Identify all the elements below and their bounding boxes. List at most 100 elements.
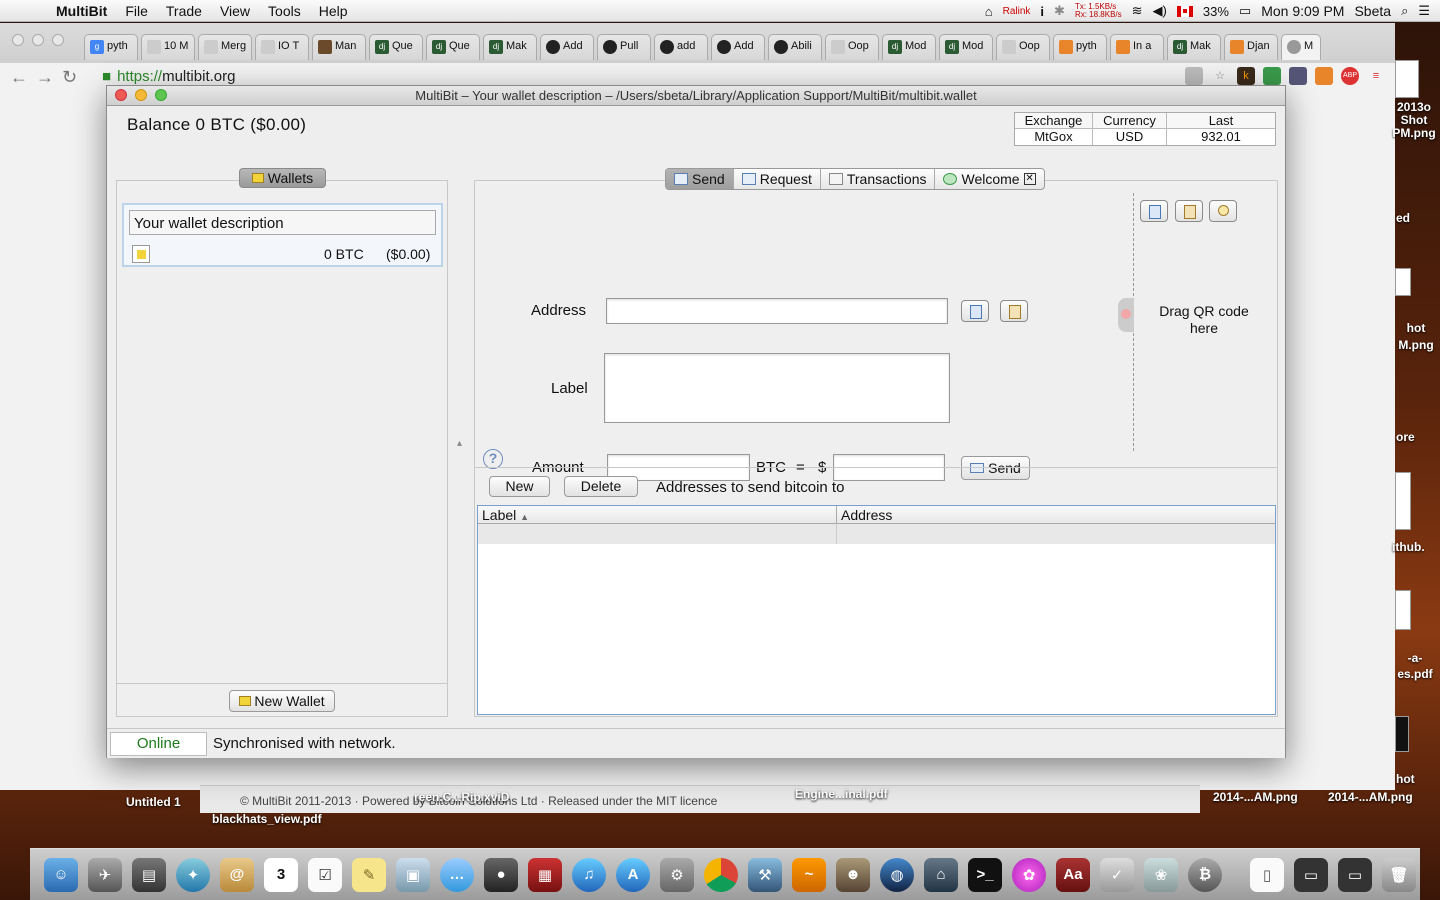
desktop-file[interactable]: -a- es.pdf <box>1392 650 1438 682</box>
xcode-icon[interactable]: ⚒ <box>748 857 782 892</box>
browser-tab[interactable]: Add <box>540 34 594 60</box>
bank-icon[interactable]: ⌂ <box>985 4 993 19</box>
app-store-icon[interactable]: A <box>616 857 650 892</box>
notes-icon[interactable]: ✎ <box>352 857 386 892</box>
qr-code-panel[interactable]: Drag QR code here <box>1118 193 1278 451</box>
reload-icon[interactable]: ↻ <box>62 67 78 88</box>
extension-icon[interactable] <box>1263 67 1281 85</box>
close-window-button[interactable] <box>115 89 127 101</box>
desktop-file-thumb[interactable] <box>1395 472 1411 530</box>
app-icon[interactable]: ☻ <box>836 857 870 892</box>
battery-icon[interactable]: ▭ <box>1239 3 1251 19</box>
menu-view[interactable]: View <box>220 3 250 19</box>
zoom-qr-button[interactable] <box>1209 200 1237 222</box>
star-icon[interactable]: ☆ <box>1211 67 1229 85</box>
browser-tab-active[interactable]: M <box>1281 34 1321 60</box>
browser-tab[interactable]: dj Que <box>369 34 423 60</box>
zoom-window-button[interactable] <box>155 89 167 101</box>
messages-icon[interactable]: … <box>440 857 474 892</box>
split-pane-divider[interactable]: ▴ <box>457 438 462 449</box>
close-tab-icon[interactable]: ✕ <box>1023 173 1036 185</box>
app-menu[interactable]: MultiBit <box>56 3 107 19</box>
menu-icon[interactable]: ≡ <box>1367 67 1385 85</box>
wallets-tab[interactable]: Wallets <box>239 168 326 188</box>
menu-trade[interactable]: Trade <box>166 3 202 19</box>
browser-tab[interactable]: IO T <box>255 34 309 60</box>
mission-control-icon[interactable]: ▤ <box>132 857 166 892</box>
label-textarea[interactable] <box>604 353 950 423</box>
desktop-file-thumb[interactable] <box>1395 716 1409 752</box>
document-icon[interactable]: ▯ <box>1250 857 1284 892</box>
extension-icon[interactable] <box>1289 67 1307 85</box>
browser-tab[interactable]: Merg <box>198 34 252 60</box>
column-header-label[interactable]: Label ▲ <box>478 506 837 523</box>
iphoto-icon[interactable]: ❀ <box>1144 857 1178 892</box>
tab-welcome[interactable]: Welcome ✕ <box>935 169 1043 189</box>
wallet-description-field[interactable]: Your wallet description <box>129 210 436 235</box>
address-input[interactable] <box>606 298 948 324</box>
window-thumb-icon[interactable]: ▭ <box>1338 857 1372 892</box>
dictionary-icon[interactable]: Aa <box>1056 857 1090 892</box>
chrome-icon[interactable] <box>704 857 738 892</box>
browser-zoom-button[interactable] <box>52 34 64 46</box>
desktop-file[interactable]: 2013o Shot PM.png <box>1388 101 1440 140</box>
battery-percent[interactable]: 33% <box>1203 4 1229 19</box>
browser-tab[interactable]: Abili <box>768 34 822 60</box>
back-icon[interactable]: ← <box>10 67 28 88</box>
facetime-icon[interactable]: ● <box>484 857 518 892</box>
k-extension-icon[interactable]: k <box>1237 67 1255 85</box>
browser-tab[interactable]: pyth <box>1053 34 1107 60</box>
tab-request[interactable]: Request <box>734 169 821 189</box>
app-icon[interactable]: ✓ <box>1100 857 1134 892</box>
photo-booth-icon[interactable]: ▦ <box>528 857 562 892</box>
desktop-file[interactable]: hot <box>1396 772 1415 786</box>
flower-icon[interactable]: ✿ <box>1012 857 1046 892</box>
browser-tab[interactable]: Djan <box>1224 34 1278 60</box>
desktop-file[interactable]: Untitled 1 <box>126 795 181 809</box>
network-stats[interactable]: Tx: 1.5KB/s Rx: 18.8KB/s <box>1075 3 1122 19</box>
volume-icon[interactable]: ◀) <box>1153 3 1167 19</box>
desktop-file[interactable]: 2014-...AM.png <box>1213 790 1298 804</box>
desktop-file[interactable]: ore <box>1396 430 1415 444</box>
browser-tab[interactable]: dj Mak <box>483 34 537 60</box>
new-address-button[interactable]: New <box>489 476 550 497</box>
reminders-icon[interactable]: ☑ <box>308 857 342 892</box>
app-icon[interactable]: ⌂ <box>924 857 958 892</box>
user-name[interactable]: Sbeta <box>1354 3 1391 19</box>
input-flag-icon[interactable] <box>1176 5 1193 17</box>
browser-tab[interactable]: Add <box>711 34 765 60</box>
browser-tab[interactable]: Man <box>312 34 366 60</box>
table-row[interactable] <box>478 524 1275 544</box>
browser-tab[interactable]: g pyth <box>84 34 138 60</box>
help-icon[interactable]: ? <box>483 449 503 469</box>
window-title-bar[interactable]: MultiBit – Your wallet description – /Us… <box>107 86 1285 106</box>
itunes-icon[interactable]: ♫ <box>572 857 606 892</box>
info-icon[interactable]: i <box>1040 4 1044 19</box>
menu-file[interactable]: File <box>125 3 148 19</box>
tab-send[interactable]: Send <box>666 169 734 189</box>
minimize-window-button[interactable] <box>135 89 147 101</box>
paste-qr-button[interactable] <box>1175 200 1203 222</box>
desktop-file-thumb[interactable] <box>1395 590 1411 630</box>
menu-help[interactable]: Help <box>319 3 348 19</box>
browser-minimize-button[interactable] <box>32 34 44 46</box>
desktop-file[interactable]: reen.C...Rip.xviD <box>414 790 509 804</box>
browser-tab[interactable]: dj Mod <box>939 34 993 60</box>
wallet-item[interactable]: Your wallet description 0 BTC ($0.00) <box>122 203 443 267</box>
extension-icon[interactable] <box>1315 67 1333 85</box>
browser-tab[interactable]: dj Mod <box>882 34 936 60</box>
multibit-icon[interactable]: ₿ <box>1188 857 1222 892</box>
browser-tab[interactable]: Oop <box>996 34 1050 60</box>
qr-panel-toggle[interactable] <box>1118 298 1134 332</box>
forward-icon[interactable]: → <box>36 67 54 88</box>
tab-transactions[interactable]: Transactions <box>821 169 936 189</box>
clock[interactable]: Mon 9:09 PM <box>1261 3 1344 19</box>
preview-icon[interactable]: ▣ <box>396 857 430 892</box>
browser-tab[interactable]: Oop <box>825 34 879 60</box>
copy-qr-button[interactable] <box>1140 200 1168 222</box>
launchpad-icon[interactable]: ✈ <box>88 857 122 892</box>
desktop-file[interactable]: ithub. <box>1392 540 1425 554</box>
desktop-file[interactable]: Engine...inal.pdf <box>795 787 888 801</box>
shield-icon[interactable] <box>1185 67 1203 85</box>
browser-tab[interactable]: Pull <box>597 34 651 60</box>
